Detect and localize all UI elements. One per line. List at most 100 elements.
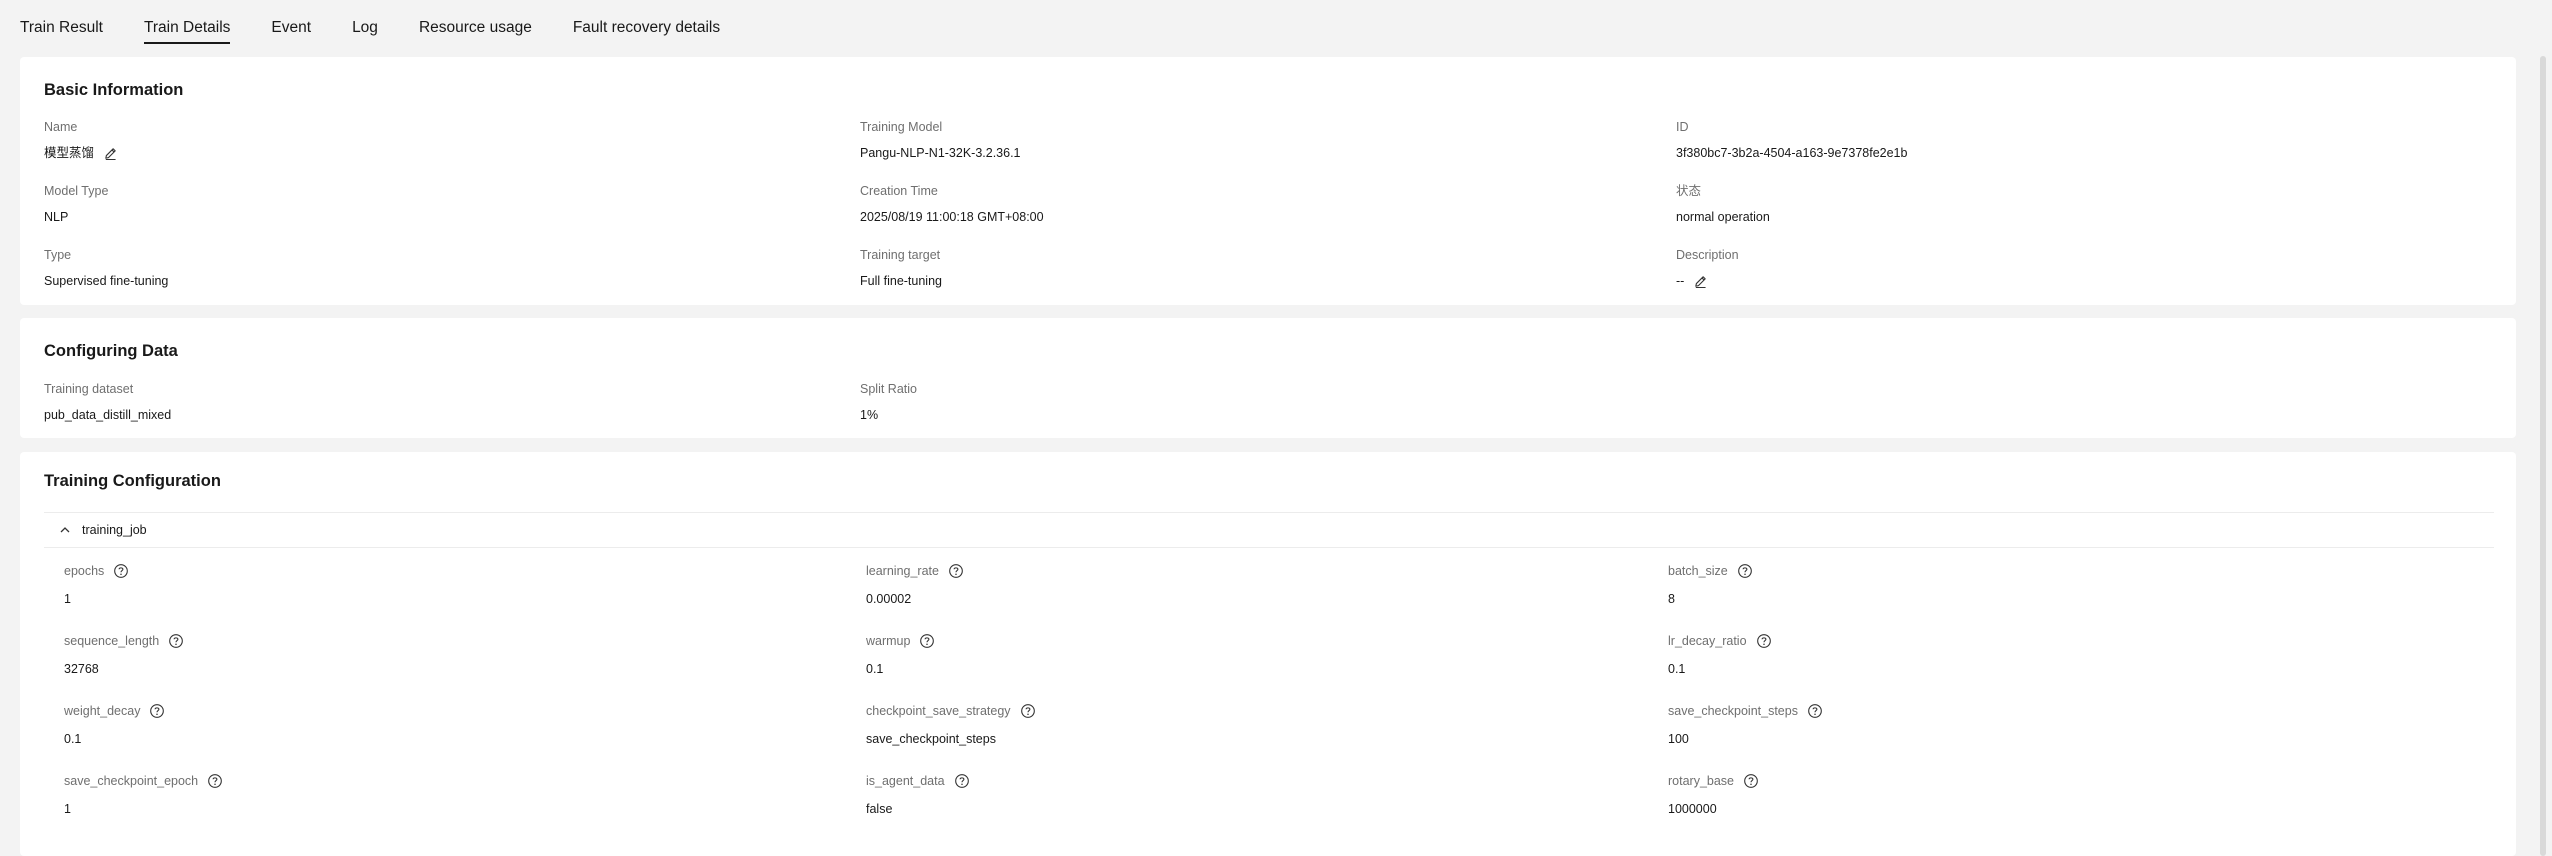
param-label: save_checkpoint_epoch	[64, 774, 199, 788]
param-weight-decay: weight_decay 0.1	[64, 702, 165, 747]
type-field: Type Supervised fine-tuning	[44, 247, 168, 289]
question-circle-icon[interactable]	[113, 563, 129, 579]
question-circle-icon[interactable]	[1737, 563, 1753, 579]
param-value: save_checkpoint_steps	[866, 732, 996, 746]
question-circle-icon[interactable]	[168, 633, 184, 649]
training-configuration-card: Training Configuration training_job epoc…	[20, 452, 2516, 856]
page-scrollbar[interactable]	[2540, 56, 2546, 856]
tab-log[interactable]: Log	[352, 0, 378, 46]
id-value: 3f380bc7-3b2a-4504-a163-9e7378fe2e1b	[1676, 146, 1908, 160]
param-label: batch_size	[1668, 564, 1728, 578]
split-ratio-label: Split Ratio	[860, 382, 917, 396]
param-save-checkpoint-steps: save_checkpoint_steps 100	[1668, 702, 1823, 747]
param-save-checkpoint-epoch: save_checkpoint_epoch 1	[64, 772, 223, 817]
param-batch-size: batch_size 8	[1668, 562, 1753, 607]
training-target-label: Training target	[860, 248, 941, 262]
tab-train-details[interactable]: Train Details	[143, 0, 231, 46]
name-value: 模型蒸馏	[44, 146, 95, 160]
param-value: 0.1	[64, 732, 82, 746]
name-label: Name	[44, 120, 78, 134]
question-circle-icon[interactable]	[954, 773, 970, 789]
configuring-data-title: Configuring Data	[44, 342, 178, 360]
param-label: learning_rate	[866, 564, 939, 578]
question-circle-icon[interactable]	[1020, 703, 1036, 719]
basic-information-title: Basic Information	[44, 81, 184, 99]
type-value: Supervised fine-tuning	[44, 274, 169, 288]
tab-fault-recovery-details[interactable]: Fault recovery details	[573, 0, 720, 46]
param-label: rotary_base	[1668, 774, 1735, 788]
question-circle-icon[interactable]	[948, 563, 964, 579]
training-job-collapse-header[interactable]: training_job	[44, 512, 2494, 548]
tab-resource-usage[interactable]: Resource usage	[419, 0, 532, 46]
param-label: sequence_length	[64, 634, 160, 648]
training-dataset-value: pub_data_distill_mixed	[44, 408, 172, 422]
edit-pencil-icon[interactable]	[103, 146, 118, 161]
name-field: Name 模型蒸馏	[44, 119, 118, 161]
creation-time-label: Creation Time	[860, 184, 938, 198]
training-model-value: Pangu-NLP-N1-32K-3.2.36.1	[860, 146, 1021, 160]
description-value: --	[1676, 274, 1685, 288]
model-type-label: Model Type	[44, 184, 109, 198]
param-label: warmup	[866, 634, 911, 648]
param-value: 1	[64, 592, 71, 606]
param-rotary-base: rotary_base 1000000	[1668, 772, 1759, 817]
question-circle-icon[interactable]	[1756, 633, 1772, 649]
status-field: 状态 normal operation	[1676, 183, 1770, 225]
status-label: 状态	[1676, 184, 1702, 198]
configuring-data-card: Configuring Data Training dataset pub_da…	[20, 318, 2516, 438]
param-value: 8	[1668, 592, 1675, 606]
creation-time-value: 2025/08/19 11:00:18 GMT+08:00	[860, 210, 1044, 224]
param-lr-decay-ratio: lr_decay_ratio 0.1	[1668, 632, 1772, 677]
question-circle-icon[interactable]	[149, 703, 165, 719]
type-label: Type	[44, 248, 72, 262]
edit-pencil-icon[interactable]	[1693, 274, 1708, 289]
split-ratio-field: Split Ratio 1%	[860, 381, 917, 423]
model-type-value: NLP	[44, 210, 69, 224]
param-value: 0.00002	[866, 592, 912, 606]
training-dataset-label: Training dataset	[44, 382, 134, 396]
id-field: ID 3f380bc7-3b2a-4504-a163-9e7378fe2e1b	[1676, 119, 1907, 161]
param-epochs: epochs 1	[64, 562, 129, 607]
tab-event[interactable]: Event	[271, 0, 311, 46]
param-value: false	[866, 802, 893, 816]
status-value: normal operation	[1676, 210, 1770, 224]
description-field: Description --	[1676, 247, 1739, 289]
training-job-title: training_job	[82, 523, 147, 537]
param-learning-rate: learning_rate 0.00002	[866, 562, 964, 607]
question-circle-icon[interactable]	[1743, 773, 1759, 789]
training-model-field: Training Model Pangu-NLP-N1-32K-3.2.36.1	[860, 119, 1021, 161]
param-value: 32768	[64, 662, 99, 676]
chevron-up-icon[interactable]	[58, 523, 72, 537]
question-circle-icon[interactable]	[207, 773, 223, 789]
model-type-field: Model Type NLP	[44, 183, 108, 225]
param-label: epochs	[64, 564, 105, 578]
training-dataset-field: Training dataset pub_data_distill_mixed	[44, 381, 171, 423]
training-configuration-title: Training Configuration	[44, 472, 221, 490]
basic-information-card: Basic Information Name 模型蒸馏 Training Mod…	[20, 57, 2516, 305]
param-label: is_agent_data	[866, 774, 945, 788]
param-value: 100	[1668, 732, 1689, 746]
param-warmup: warmup 0.1	[866, 632, 935, 677]
param-label: checkpoint_save_strategy	[866, 704, 1011, 718]
param-label: weight_decay	[64, 704, 141, 718]
tab-bar: Train Result Train Details Event Log Res…	[20, 0, 761, 46]
creation-time-field: Creation Time 2025/08/19 11:00:18 GMT+08…	[860, 183, 1044, 225]
param-checkpoint-save-strategy: checkpoint_save_strategy save_checkpoint_…	[866, 702, 1036, 747]
tab-train-result[interactable]: Train Result	[20, 0, 103, 46]
training-target-value: Full fine-tuning	[860, 274, 942, 288]
id-label: ID	[1676, 120, 1689, 134]
param-value: 1	[64, 802, 71, 816]
param-value: 0.1	[1668, 662, 1686, 676]
question-circle-icon[interactable]	[919, 633, 935, 649]
param-value: 0.1	[866, 662, 884, 676]
description-label: Description	[1676, 248, 1739, 262]
param-label: save_checkpoint_steps	[1668, 704, 1798, 718]
training-target-field: Training target Full fine-tuning	[860, 247, 942, 289]
training-model-label: Training Model	[860, 120, 943, 134]
param-is-agent-data: is_agent_datafalse	[866, 772, 970, 817]
split-ratio-value: 1%	[860, 408, 879, 422]
question-circle-icon[interactable]	[1807, 703, 1823, 719]
param-label: lr_decay_ratio	[1668, 634, 1747, 648]
param-sequence-length: sequence_length 32768	[64, 632, 184, 677]
param-value: 1000000	[1668, 802, 1717, 816]
